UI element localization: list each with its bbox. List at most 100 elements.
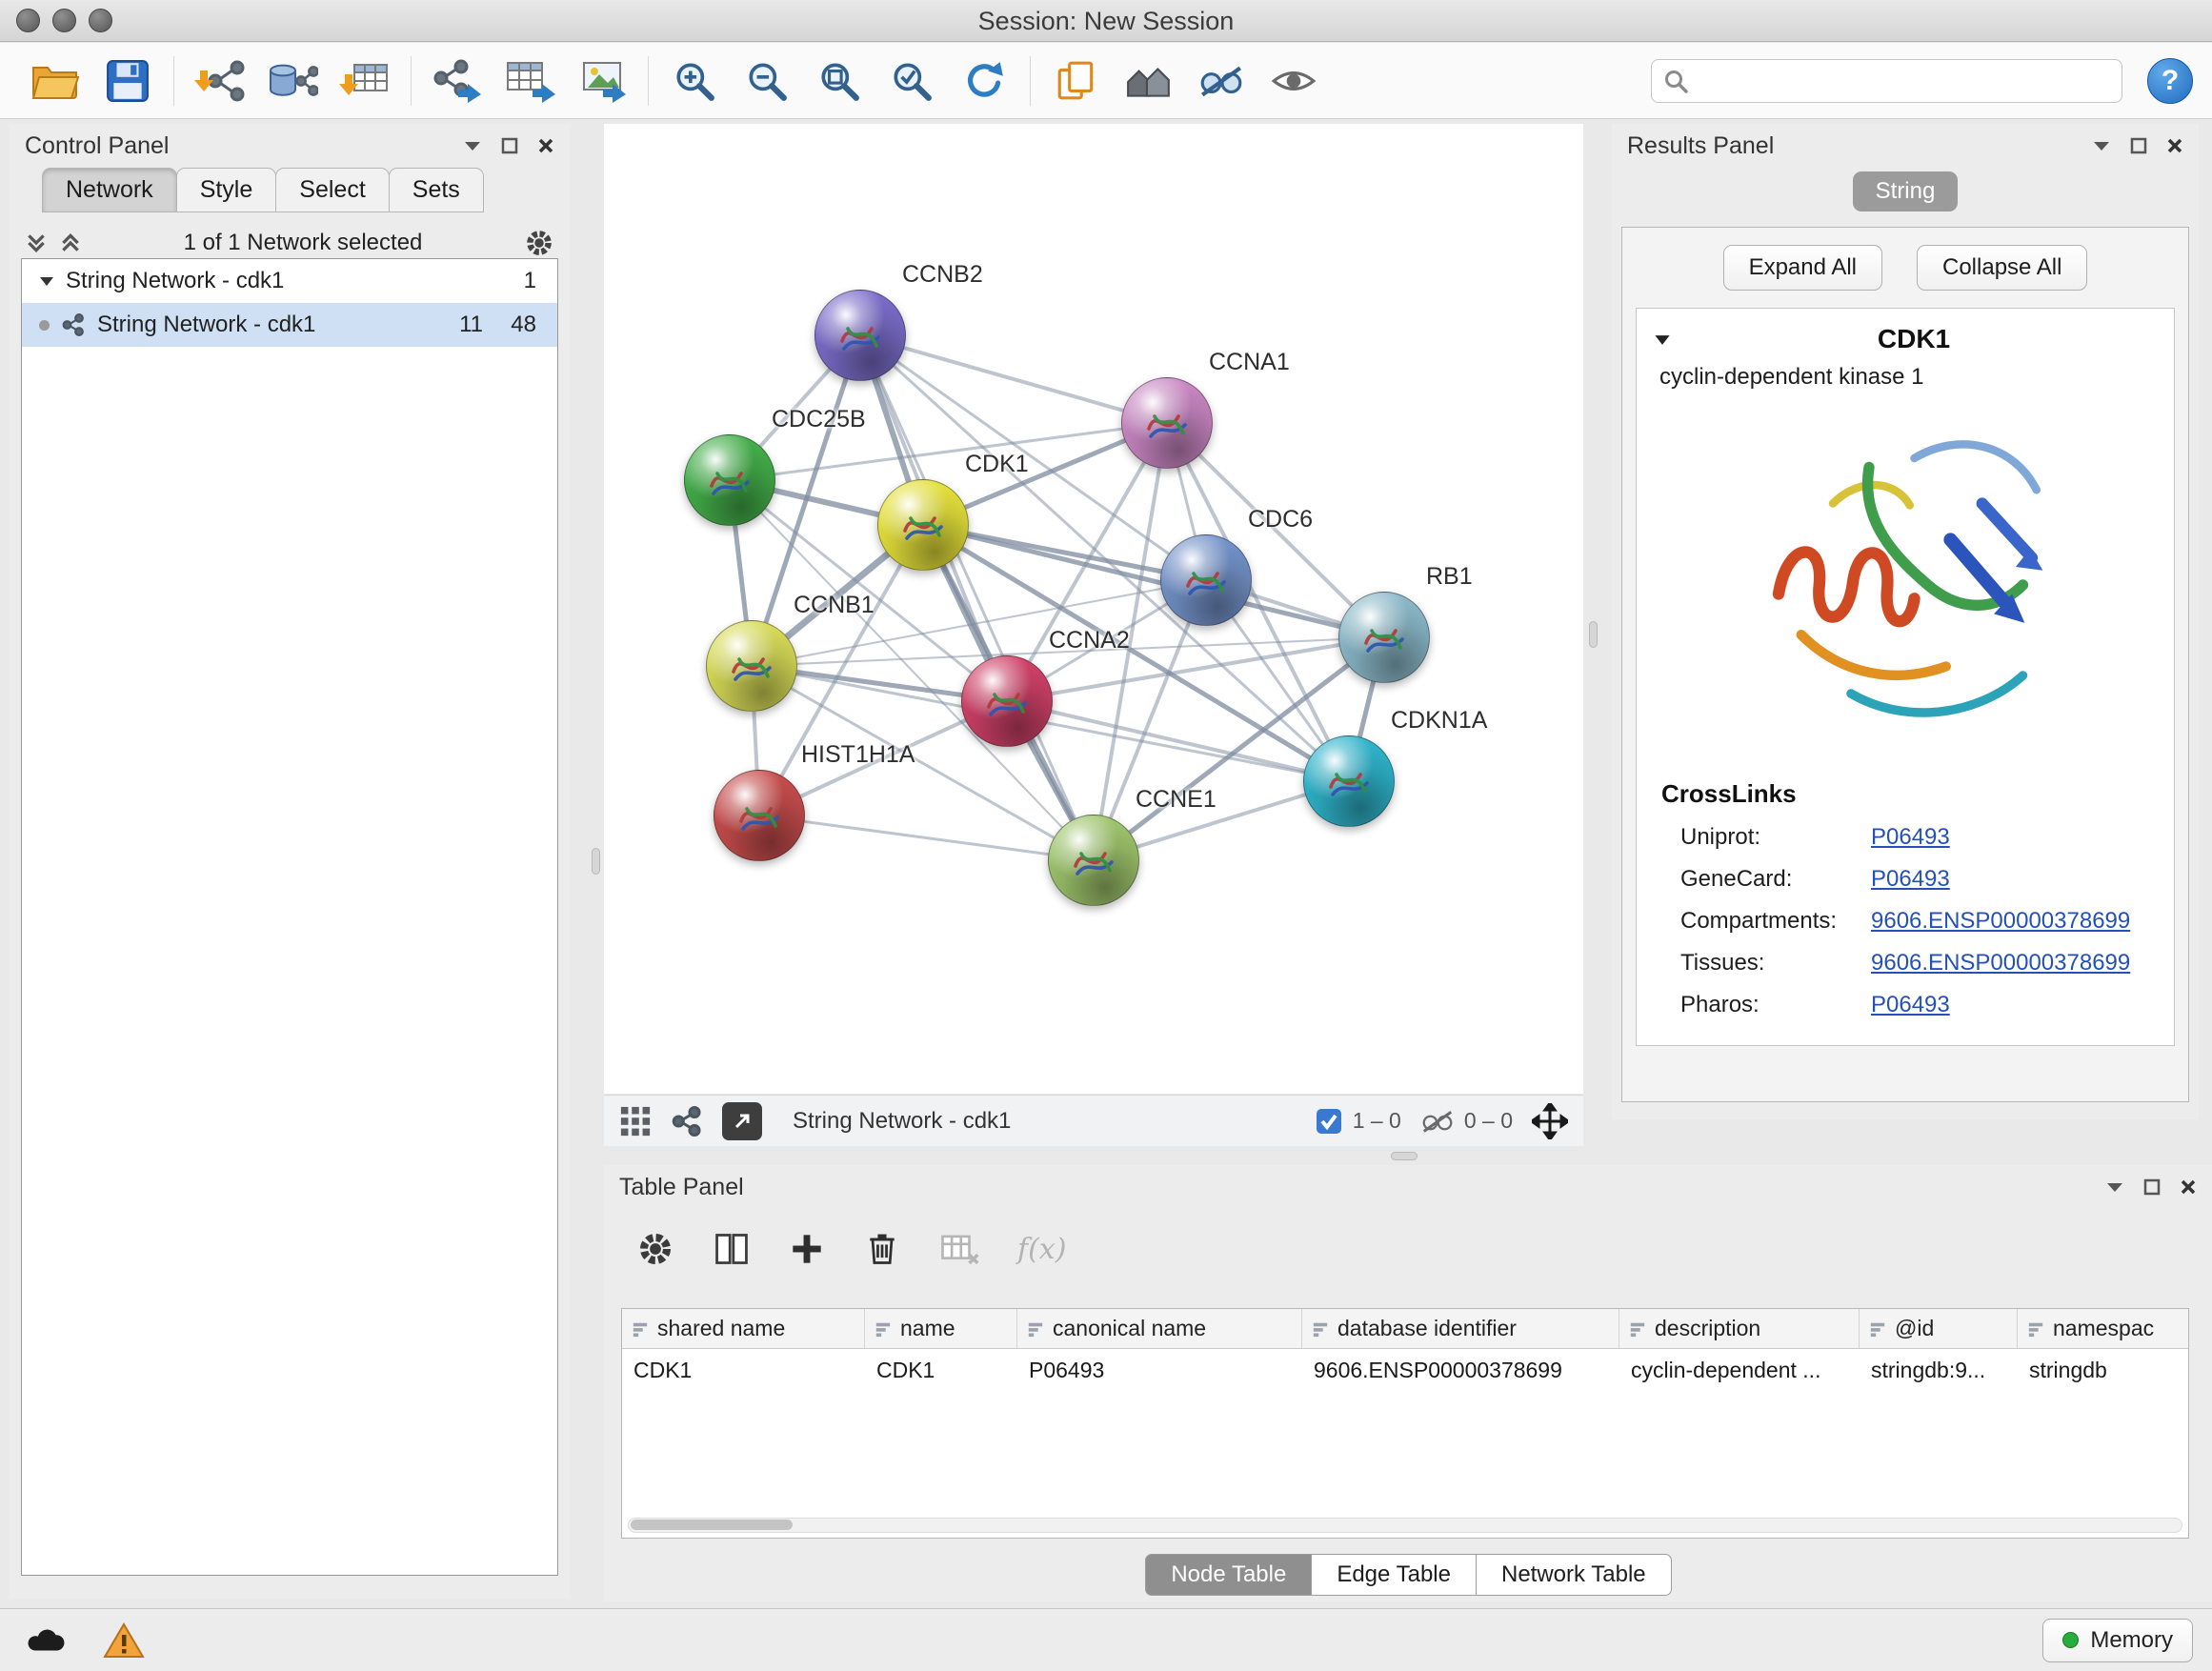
warnings-button[interactable] <box>97 1618 151 1663</box>
tab-edge-table[interactable]: Edge Table <box>1311 1554 1477 1596</box>
gear-icon[interactable] <box>524 228 554 258</box>
tab-network[interactable]: Network <box>42 168 177 212</box>
entry-collapse-icon[interactable] <box>1654 333 1671 346</box>
network-node-hist1h1a[interactable] <box>714 770 805 861</box>
refresh-view-button[interactable] <box>948 51 1020 111</box>
zoom-selected-button[interactable] <box>875 51 948 111</box>
birdseye-grid-icon[interactable] <box>619 1105 652 1137</box>
import-table-button[interactable] <box>329 51 401 111</box>
network-share-icon[interactable] <box>671 1106 703 1137</box>
tree-expander-icon[interactable] <box>39 275 54 287</box>
minimize-button[interactable] <box>52 9 76 32</box>
export-network-button[interactable] <box>421 51 493 111</box>
import-network-database-button[interactable] <box>256 51 329 111</box>
zoom-window-button[interactable] <box>89 9 112 32</box>
zoom-out-button[interactable] <box>731 51 803 111</box>
panel-menu-icon[interactable] <box>2105 1180 2124 1194</box>
horizontal-splitter-grip[interactable] <box>1391 1152 1418 1160</box>
network-node-cdk1[interactable] <box>877 479 969 571</box>
panel-menu-icon[interactable] <box>463 139 482 152</box>
column-header[interactable]: shared name <box>622 1309 865 1348</box>
crosslink-link[interactable]: P06493 <box>1871 824 1950 851</box>
copy-document-button[interactable] <box>1040 51 1113 111</box>
panel-float-icon[interactable] <box>2130 137 2147 154</box>
panel-close-icon[interactable] <box>2180 1178 2197 1196</box>
export-image-button[interactable] <box>566 51 638 111</box>
close-button[interactable] <box>16 9 40 32</box>
column-header[interactable]: namespac <box>2018 1309 2188 1348</box>
crosslink-link[interactable]: 9606.ENSP00000378699 <box>1871 950 2130 976</box>
export-table-button[interactable] <box>493 51 566 111</box>
table-row[interactable]: CDK1 CDK1 P06493 9606.ENSP00000378699 cy… <box>622 1349 2188 1392</box>
network-node-cdkn1a[interactable] <box>1303 735 1395 827</box>
hide-selected-button[interactable] <box>1185 51 1257 111</box>
panel-float-icon[interactable] <box>501 137 518 154</box>
memory-button[interactable]: Memory <box>2042 1619 2193 1662</box>
column-header[interactable]: description <box>1619 1309 1860 1348</box>
network-node-rb1[interactable] <box>1338 592 1430 683</box>
expand-all-icon[interactable] <box>59 232 82 254</box>
zoom-in-button[interactable] <box>658 51 731 111</box>
crosslink-link[interactable]: P06493 <box>1871 992 1950 1018</box>
pan-crosshair-icon[interactable] <box>1532 1103 1568 1139</box>
network-canvas[interactable]: CCNB2CCNA1CDC25BCDK1CDC6RB1CCNB1CCNA2CDK… <box>604 124 1583 1094</box>
left-splitter-grip[interactable] <box>592 848 600 875</box>
table-cell[interactable]: stringdb <box>2018 1349 2188 1392</box>
collapse-all-icon[interactable] <box>25 232 48 254</box>
tab-select[interactable]: Select <box>275 168 389 212</box>
show-columns-icon[interactable] <box>713 1230 751 1268</box>
table-cell[interactable]: 9606.ENSP00000378699 <box>1302 1349 1619 1392</box>
table-settings-gear-icon[interactable] <box>636 1230 674 1268</box>
network-node-ccne1[interactable] <box>1048 815 1139 906</box>
collapse-all-button[interactable]: Collapse All <box>1917 245 2087 291</box>
column-header[interactable]: database identifier <box>1302 1309 1619 1348</box>
expand-all-button[interactable]: Expand All <box>1723 245 1882 291</box>
hidden-glasses-icon[interactable] <box>1420 1107 1455 1136</box>
show-all-button[interactable] <box>1257 51 1330 111</box>
function-builder-button[interactable]: f(x) <box>1017 1233 1066 1266</box>
cloud-button[interactable] <box>19 1618 72 1663</box>
tab-network-table[interactable]: Network Table <box>1476 1554 1672 1596</box>
crosslink-link[interactable]: 9606.ENSP00000378699 <box>1871 908 2130 935</box>
add-column-icon[interactable] <box>789 1231 825 1267</box>
horizontal-scrollbar[interactable] <box>628 1518 2182 1533</box>
import-network-file-button[interactable] <box>184 51 256 111</box>
right-splitter-grip[interactable] <box>1589 621 1598 648</box>
network-node-ccna1[interactable] <box>1121 377 1213 469</box>
selected-checkbox-icon[interactable] <box>1315 1107 1343 1136</box>
help-button[interactable]: ? <box>2147 58 2193 104</box>
table-cell[interactable]: cyclin-dependent ... <box>1619 1349 1860 1392</box>
scrollbar-thumb[interactable] <box>631 1520 793 1530</box>
search-field[interactable] <box>1651 59 2122 103</box>
open-in-browser-button[interactable] <box>722 1102 762 1140</box>
tab-style[interactable]: Style <box>176 168 277 212</box>
column-header[interactable]: name <box>865 1309 1017 1348</box>
panel-menu-icon[interactable] <box>2092 139 2111 152</box>
delete-table-icon[interactable] <box>939 1231 979 1267</box>
column-header[interactable]: canonical name <box>1017 1309 1302 1348</box>
table-cell[interactable]: P06493 <box>1017 1349 1302 1392</box>
save-session-button[interactable] <box>91 51 164 111</box>
network-node-ccnb2[interactable] <box>814 290 906 381</box>
panel-close-icon[interactable] <box>2166 137 2183 154</box>
column-header[interactable]: @id <box>1860 1309 2018 1348</box>
crosslink-link[interactable]: P06493 <box>1871 866 1950 893</box>
table-cell[interactable]: CDK1 <box>865 1349 1017 1392</box>
panel-close-icon[interactable] <box>537 137 554 154</box>
tab-string[interactable]: String <box>1853 171 1959 211</box>
home-networks-button[interactable] <box>1113 51 1185 111</box>
network-node-ccna2[interactable] <box>961 655 1053 747</box>
zoom-fit-button[interactable] <box>803 51 875 111</box>
table-cell[interactable]: CDK1 <box>622 1349 865 1392</box>
network-collection-row[interactable]: String Network - cdk1 1 <box>22 259 557 303</box>
network-node-cdc6[interactable] <box>1160 534 1252 626</box>
tab-node-table[interactable]: Node Table <box>1145 1554 1312 1596</box>
network-node-cdc25b[interactable] <box>684 434 775 526</box>
panel-float-icon[interactable] <box>2143 1178 2161 1196</box>
search-input[interactable] <box>1688 68 2110 94</box>
open-session-button[interactable] <box>19 51 91 111</box>
tab-sets[interactable]: Sets <box>389 168 484 212</box>
table-cell[interactable]: stringdb:9... <box>1860 1349 2018 1392</box>
network-row[interactable]: String Network - cdk1 11 48 <box>22 303 557 347</box>
network-node-ccnb1[interactable] <box>706 620 797 712</box>
